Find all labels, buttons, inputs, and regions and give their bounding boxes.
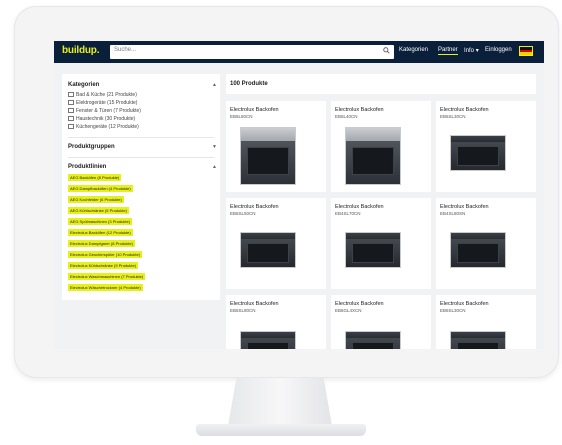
product-card[interactable]: Electrolux Backofen EB6GL4XCN [331,295,431,349]
product-image [240,232,296,268]
product-model: EB6SL30CN [440,308,466,313]
category-item[interactable]: Elektrogeräte (15 Produkte) [68,100,137,106]
folder-icon [68,116,74,122]
product-line-tag[interactable]: Electrolux Waschmaschinen (7 Produkte) [68,273,146,280]
product-image [450,135,506,171]
filter-sidebar: Kategorien ▲ Bad & Küche (21 Produkte) E… [62,74,220,300]
category-item[interactable]: Haustechnik (30 Produkte) [68,116,135,122]
monitor-frame: buildup. Suche... Kategorien Partner Inf… [14,6,559,378]
folder-icon [68,124,74,130]
product-image [450,331,506,349]
chevron-down-icon[interactable]: ▼ [212,144,217,150]
product-line-tag[interactable]: Electrolux Geschirrspüler (10 Produkte) [68,251,143,258]
product-model: EB4SL70CN [335,211,361,216]
product-card[interactable]: Electrolux Backofen EB4SL70CN [331,198,431,289]
product-brand: Electrolux Backofen [230,107,279,113]
monitor-stand-neck [228,378,332,426]
categories-title: Kategorien [68,82,100,88]
language-flag-icon[interactable] [519,46,533,56]
product-brand: Electrolux Backofen [440,301,489,307]
product-card[interactable]: Electrolux Backofen EB6SL80CN [226,295,326,349]
productgroups-title: Produktgruppen [68,144,115,150]
product-line-tag[interactable]: Electrolux Wäschetrockner (4 Produkte) [68,284,143,291]
chevron-down-icon: ▾ [475,48,479,54]
productlines-title: Produktlinien [68,164,107,170]
category-item[interactable]: Fenster & Türen (7 Produkte) [68,108,141,114]
product-card[interactable]: Electrolux Backofen EB4SL80SN [436,198,536,289]
search-placeholder: Suche... [114,47,137,53]
product-line-tag[interactable]: Electrolux Dampfgarer (8 Produkte) [68,240,135,247]
product-count: 100 Produkte [230,81,268,87]
category-item[interactable]: Bad & Küche (21 Produkte) [68,92,137,98]
product-brand: Electrolux Backofen [440,204,489,210]
buildup-logo[interactable]: buildup. [62,45,99,56]
product-model: EB6SL80CN [230,308,256,313]
product-brand: Electrolux Backofen [230,204,279,210]
product-line-tag[interactable]: AEG Spülmaschinen (3 Produkte) [68,218,133,225]
monitor-stand-base [196,424,366,436]
product-card[interactable]: Electrolux Backofen EB6SL30CN [436,295,536,349]
product-line-tag[interactable]: AEG Kochfelder (6 Produkte) [68,196,124,203]
product-card[interactable]: Electrolux Backofen EB6L40CN [331,101,431,192]
product-card[interactable]: Electrolux Backofen EB6L80CN [226,101,326,192]
product-model: EB6GL4XCN [335,308,362,313]
folder-icon [68,108,74,114]
top-navigation-bar: buildup. Suche... Kategorien Partner Inf… [54,41,544,63]
product-image [450,232,506,268]
results-header: 100 Produkte [226,74,536,94]
divider [68,157,214,158]
nav-kategorien[interactable]: Kategorien [399,47,428,53]
divider [68,137,214,138]
app-screen: buildup. Suche... Kategorien Partner Inf… [54,41,544,349]
product-brand: Electrolux Backofen [335,301,384,307]
product-brand: Electrolux Backofen [440,107,489,113]
product-line-tag[interactable]: AEG Kühlschränke (5 Produkte) [68,207,129,214]
product-image [345,331,401,349]
product-model: EB6SL50CN [230,211,256,216]
nav-einloggen[interactable]: Einloggen [485,47,512,53]
nav-info-label: Info [464,48,475,54]
search-input[interactable]: Suche... [110,45,394,59]
product-image [345,232,401,268]
product-brand: Electrolux Backofen [230,301,279,307]
product-model: EB6L80CN [230,114,253,119]
folder-icon [68,92,74,98]
product-line-tag[interactable]: Electrolux Kühlschränke (9 Produkte) [68,262,139,269]
chevron-up-icon[interactable]: ▲ [212,82,217,88]
folder-icon [68,100,74,106]
product-line-tag[interactable]: AEG Dampfbacköfen (4 Produkte) [68,185,133,192]
product-line-tag[interactable]: Electrolux Backöfen (12 Produkte) [68,229,133,236]
product-line-tag[interactable]: AEG Backöfen (8 Produkte) [68,174,122,181]
search-icon[interactable] [383,47,390,54]
product-brand: Electrolux Backofen [335,107,384,113]
chevron-up-icon[interactable]: ▲ [212,164,217,170]
product-model: EB4SL80SN [440,211,466,216]
product-image [240,127,296,185]
product-image [345,127,401,185]
product-model: EB6SL30CN [440,114,466,119]
product-model: EB6L40CN [335,114,358,119]
product-image [240,331,296,349]
product-card[interactable]: Electrolux Backofen EB6SL50CN [226,198,326,289]
nav-info[interactable]: Info ▾ [464,47,479,54]
category-item[interactable]: Küchengeräte (12 Produkte) [68,124,139,130]
product-brand: Electrolux Backofen [335,204,384,210]
nav-partner[interactable]: Partner [438,47,458,55]
product-card[interactable]: Electrolux Backofen EB6SL30CN [436,101,536,192]
